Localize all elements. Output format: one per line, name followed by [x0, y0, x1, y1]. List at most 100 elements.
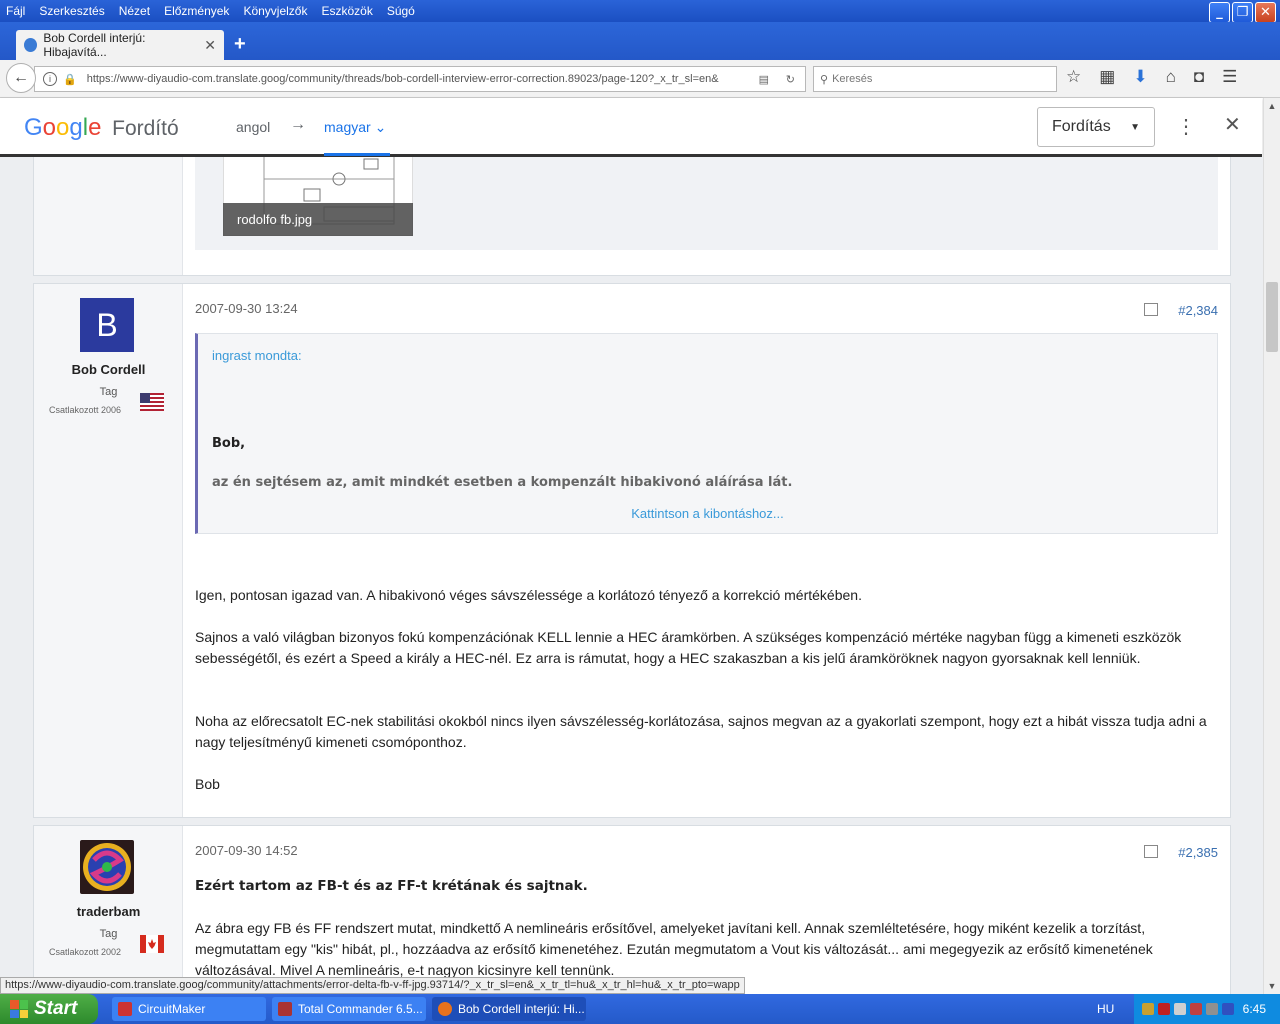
author-name[interactable]: traderbam: [34, 904, 183, 919]
caret-down-icon: ▼: [1130, 121, 1140, 133]
url-text[interactable]: https://www-diyaudio-com.translate.goog/…: [87, 73, 727, 85]
logo-letter: G: [24, 114, 43, 141]
windows-logo-icon: [10, 1000, 28, 1018]
tray-bluetooth-icon[interactable]: [1222, 1003, 1234, 1015]
post-2384: B Bob Cordell Tag Csatlakozott 2006 2007…: [33, 283, 1231, 818]
scrollbar-thumb[interactable]: [1266, 282, 1278, 352]
target-language-select[interactable]: magyar ⌄: [324, 119, 386, 136]
home-icon[interactable]: ⌂: [1166, 67, 1176, 87]
taskbar-item-label: Total Commander 6.5...: [298, 1002, 423, 1016]
tray-shield-icon[interactable]: [1158, 1003, 1170, 1015]
status-bar: https://www-diyaudio-com.translate.goog/…: [0, 977, 745, 994]
menu-view[interactable]: Nézet: [119, 4, 150, 18]
taskbar-item-total-commander[interactable]: Total Commander 6.5...: [272, 997, 426, 1021]
close-tab-icon[interactable]: ✕: [204, 37, 216, 54]
author-name[interactable]: Bob Cordell: [34, 362, 183, 377]
logo-letter: e: [88, 114, 102, 141]
menu-file[interactable]: Fájl: [6, 4, 25, 18]
scroll-down-icon[interactable]: ▼: [1264, 978, 1280, 994]
post-number[interactable]: #2,385: [1178, 845, 1218, 860]
post-2385: traderbam Tag Csatlakozott 2002 2007-09-…: [33, 825, 1231, 994]
firefox-icon: [438, 1002, 452, 1016]
share-icon[interactable]: [1144, 303, 1158, 316]
post-date[interactable]: 2007-09-30 13:24: [195, 301, 298, 316]
navigation-bar: i 🔒 https://www-diyaudio-com.translate.g…: [0, 60, 1280, 98]
search-placeholder: Keresés: [832, 73, 873, 85]
vertical-scrollbar[interactable]: ▲ ▼: [1263, 98, 1280, 994]
google-translate-logo[interactable]: Google Fordító: [24, 114, 179, 142]
tray-app-icon[interactable]: [1190, 1003, 1202, 1015]
taskbar-item-firefox[interactable]: Bob Cordell interjú: Hi...: [432, 997, 586, 1021]
menu-history[interactable]: Előzmények: [164, 4, 229, 18]
quote-author[interactable]: ingrast mondta:: [212, 348, 302, 363]
hamburger-menu-icon[interactable]: ☰: [1222, 67, 1237, 87]
share-icon[interactable]: [1144, 845, 1158, 858]
previous-post-sidebar: [34, 157, 183, 275]
reader-view-icon[interactable]: ▤: [759, 73, 769, 86]
avatar-image: [83, 843, 131, 891]
browser-tab[interactable]: Bob Cordell interjú: Hibajavítá... ✕: [16, 30, 224, 60]
reading-list-icon[interactable]: ▦: [1099, 67, 1115, 87]
download-icon[interactable]: ⬇: [1133, 67, 1147, 87]
menu-edit[interactable]: Szerkesztés: [39, 4, 104, 18]
post-number[interactable]: #2,384: [1178, 303, 1218, 318]
bookmark-star-icon[interactable]: ☆: [1066, 67, 1081, 87]
total-commander-icon: [278, 1002, 292, 1016]
info-icon[interactable]: i: [43, 72, 57, 86]
author-joined: Csatlakozott 2006: [49, 405, 122, 415]
search-icon: ⚲: [820, 73, 829, 86]
search-input[interactable]: ⚲ Keresés: [813, 66, 1057, 92]
source-language[interactable]: angol: [236, 119, 270, 135]
author-joined: Csatlakozott 2002: [49, 947, 122, 957]
post-date[interactable]: 2007-09-30 14:52: [195, 843, 298, 858]
active-language-indicator: [324, 153, 390, 156]
window-controls: _ ❐ ✕: [1209, 2, 1276, 23]
menu-tools[interactable]: Eszközök: [321, 4, 372, 18]
post-heading: Ezért tartom az FB-t és az FF-t krétának…: [195, 878, 588, 894]
url-bar[interactable]: i 🔒 https://www-diyaudio-com.translate.g…: [34, 66, 806, 92]
translate-dropdown-button[interactable]: Fordítás ▼: [1037, 107, 1155, 147]
reload-icon[interactable]: ↻: [786, 73, 795, 86]
menu-bookmarks[interactable]: Könyvjelzők: [243, 4, 307, 18]
site-favicon-icon: [24, 38, 38, 52]
collapse-icon[interactable]: ✕: [1224, 112, 1241, 137]
post-author-sidebar: B Bob Cordell Tag Csatlakozott 2006: [34, 284, 183, 817]
maximize-button[interactable]: ❐: [1232, 2, 1253, 23]
previous-post: rodolfo fb.jpg: [33, 157, 1231, 276]
new-tab-button[interactable]: +: [234, 33, 246, 56]
target-language: magyar: [324, 119, 371, 135]
avatar[interactable]: [80, 840, 134, 894]
attachment-caption[interactable]: rodolfo fb.jpg: [223, 203, 413, 236]
post-signature: Bob: [195, 776, 220, 792]
tab-title: Bob Cordell interjú: Hibajavítá...: [43, 31, 146, 59]
google-translate-bar: Google Fordító angol → magyar ⌄ Fordítás…: [0, 98, 1262, 157]
back-button[interactable]: ←: [6, 63, 36, 93]
language-indicator[interactable]: HU: [1097, 1002, 1114, 1016]
clock[interactable]: 6:45: [1243, 1002, 1266, 1016]
minimize-button[interactable]: _: [1209, 2, 1230, 23]
taskbar-item-circuitmaker[interactable]: CircuitMaker: [112, 997, 266, 1021]
tray-volume-icon[interactable]: [1174, 1003, 1186, 1015]
lock-icon: 🔒: [63, 73, 77, 86]
logo-letter: o: [56, 114, 70, 141]
system-tray: 6:45: [1134, 994, 1280, 1024]
tray-device-icon[interactable]: [1206, 1003, 1218, 1015]
quote-line-1: Bob,: [212, 436, 246, 451]
close-window-button[interactable]: ✕: [1255, 2, 1276, 23]
logo-letter: o: [42, 114, 57, 141]
pocket-icon[interactable]: ◘: [1194, 67, 1204, 87]
post-author-sidebar: traderbam Tag Csatlakozott 2002: [34, 826, 183, 994]
us-flag-icon: [140, 393, 164, 411]
expand-quote-link[interactable]: Kattintson a kibontáshoz...: [198, 506, 1217, 521]
circuitmaker-icon: [118, 1002, 132, 1016]
menu-help[interactable]: Súgó: [387, 4, 415, 18]
attachment-area: rodolfo fb.jpg: [195, 157, 1218, 250]
avatar[interactable]: B: [80, 298, 134, 352]
tab-strip: Bob Cordell interjú: Hibajavítá... ✕ +: [0, 22, 1280, 60]
start-button[interactable]: Start: [0, 994, 98, 1024]
more-options-icon[interactable]: ⋮: [1176, 114, 1196, 139]
scroll-up-icon[interactable]: ▲: [1264, 98, 1280, 114]
canada-flag-icon: [140, 935, 164, 953]
product-name: Fordító: [112, 117, 179, 140]
tray-network-icon[interactable]: [1142, 1003, 1154, 1015]
